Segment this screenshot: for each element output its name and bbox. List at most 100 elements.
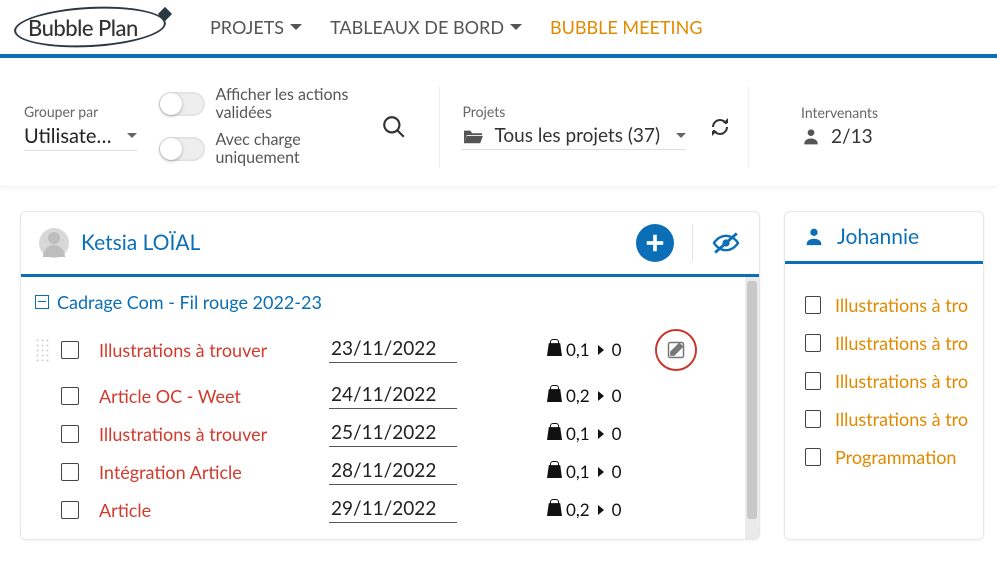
task-title[interactable]: Illustrations à tro	[835, 370, 975, 392]
task-checkbox[interactable]	[805, 372, 821, 390]
card-header: Johannie	[785, 212, 983, 264]
toggle-with-load-label: Avec charge uniquement	[215, 131, 365, 168]
person-icon	[801, 126, 821, 146]
separator	[748, 86, 749, 168]
logo-text: Bubble Plan	[10, 14, 138, 41]
group-by-filter[interactable]: Grouper par Utilisate…	[24, 103, 137, 151]
task-checkbox[interactable]	[61, 425, 79, 443]
group-title: Cadrage Com - Fil rouge 2022-23	[57, 291, 322, 313]
task-row: Illustrations à tro	[801, 400, 979, 438]
task-date-input[interactable]: 28/11/2022	[329, 459, 457, 485]
task-title[interactable]: Article OC - Weet	[99, 385, 329, 407]
caret-down-icon	[127, 133, 137, 138]
user-card-ketsia: Ketsia LOÏAL Cadrage Com - Fil rouge 202…	[20, 211, 760, 540]
user-card-johannie: Johannie Illustrations à troIllustration…	[784, 211, 984, 540]
triangle-right-icon	[598, 429, 604, 439]
intervenants-filter[interactable]: Intervenants 2/13	[801, 104, 878, 150]
toggle-with-load[interactable]	[159, 137, 205, 161]
weight-value: 0,2	[566, 385, 590, 406]
card-body: Illustrations à tro Illustrations à tro Il…	[785, 264, 983, 539]
task-weight: 0,10	[547, 339, 621, 360]
avatar-icon	[39, 228, 69, 258]
task-title[interactable]: Illustrations à tro	[835, 408, 975, 430]
projects-value: Tous les projets (37)	[494, 124, 660, 147]
task-checkbox[interactable]	[61, 341, 79, 359]
group-by-value: Utilisate…	[24, 124, 111, 148]
task-title[interactable]: Illustrations à trouver	[99, 339, 329, 361]
logo[interactable]: Bubble Plan	[10, 5, 170, 49]
add-task-button[interactable]	[636, 224, 674, 262]
plus-icon	[644, 232, 666, 254]
task-weight: 0,20	[547, 385, 621, 406]
toggle-validated[interactable]	[159, 92, 205, 116]
weight-icon	[547, 389, 562, 402]
task-title[interactable]: Article	[99, 499, 329, 521]
secondary-value: 0	[612, 423, 622, 444]
task-checkbox[interactable]	[61, 463, 79, 481]
card-body: Cadrage Com - Fil rouge 2022-23 Illustra…	[21, 277, 745, 539]
task-row: Illustrations à trouver25/11/2022 0,10	[31, 415, 735, 453]
task-checkbox[interactable]	[805, 448, 821, 466]
nav-projects[interactable]: PROJETS	[210, 16, 302, 38]
hide-button[interactable]	[711, 231, 741, 255]
task-checkbox[interactable]	[805, 410, 821, 428]
pencil-square-icon	[666, 340, 686, 360]
intervenants-label: Intervenants	[801, 104, 878, 121]
nav-projects-label: PROJETS	[210, 16, 284, 38]
user-name: Johannie	[837, 224, 919, 249]
card-header: Ketsia LOÏAL	[21, 212, 759, 277]
task-checkbox[interactable]	[805, 334, 821, 352]
projects-label: Projets	[462, 103, 686, 120]
secondary-value: 0	[612, 339, 622, 360]
group-by-label: Grouper par	[24, 103, 137, 120]
triangle-right-icon	[598, 505, 604, 515]
secondary-value: 0	[612, 385, 622, 406]
task-checkbox[interactable]	[61, 387, 79, 405]
weight-icon	[547, 343, 562, 356]
edit-task-button[interactable]	[655, 329, 697, 371]
task-title[interactable]: Illustrations à tro	[835, 332, 975, 354]
eye-slash-icon	[711, 231, 741, 255]
task-date-input[interactable]: 25/11/2022	[329, 421, 457, 447]
collapse-icon[interactable]	[35, 295, 49, 309]
task-row: Illustrations à tro	[801, 324, 979, 362]
task-date-input[interactable]: 29/11/2022	[329, 497, 457, 523]
nav-dashboards[interactable]: TABLEAUX DE BORD	[330, 16, 522, 38]
projects-filter: Projets Tous les projets (37)	[462, 103, 686, 150]
task-date-input[interactable]: 23/11/2022	[329, 337, 457, 363]
weight-icon	[547, 465, 562, 478]
task-checkbox[interactable]	[805, 296, 821, 314]
toggle-validated-label: Afficher les actions validées	[215, 86, 365, 123]
task-date-input[interactable]: 24/11/2022	[329, 383, 457, 409]
user-name: Ketsia LOÏAL	[81, 230, 200, 255]
projects-select[interactable]: Tous les projets (37)	[462, 122, 686, 150]
scrollbar[interactable]	[745, 277, 759, 539]
search-icon[interactable]	[381, 114, 407, 140]
nav-dashboards-label: TABLEAUX DE BORD	[330, 16, 504, 38]
folder-open-icon	[462, 127, 484, 145]
task-weight: 0,20	[547, 499, 621, 520]
group-by-select[interactable]: Utilisate…	[24, 122, 137, 151]
drag-handle-icon[interactable]	[35, 338, 49, 362]
triangle-right-icon	[598, 345, 604, 355]
task-weight: 0,10	[547, 423, 621, 444]
secondary-value: 0	[612, 461, 622, 482]
main-nav: PROJETS TABLEAUX DE BORD BUBBLE MEETING	[210, 16, 703, 38]
task-weight: 0,10	[547, 461, 621, 482]
caret-down-icon	[290, 24, 302, 30]
task-checkbox[interactable]	[61, 501, 79, 519]
task-title[interactable]: Intégration Article	[99, 461, 329, 483]
task-title[interactable]: Illustrations à tro	[835, 294, 975, 316]
task-row: Article OC - Weet24/11/20220,20	[31, 377, 735, 415]
task-row: Illustrations à tro	[801, 362, 979, 400]
project-group-header[interactable]: Cadrage Com - Fil rouge 2022-23	[31, 291, 735, 313]
nav-meeting[interactable]: BUBBLE MEETING	[550, 16, 702, 38]
filter-bar: Grouper par Utilisate… Afficher les acti…	[0, 68, 997, 187]
refresh-button[interactable]	[708, 115, 732, 139]
triangle-right-icon	[598, 391, 604, 401]
task-title[interactable]: Illustrations à trouver	[99, 423, 329, 445]
refresh-icon	[708, 115, 732, 139]
separator	[439, 86, 440, 168]
nav-meeting-label: BUBBLE MEETING	[550, 16, 702, 38]
task-title[interactable]: Programmation	[835, 446, 975, 468]
